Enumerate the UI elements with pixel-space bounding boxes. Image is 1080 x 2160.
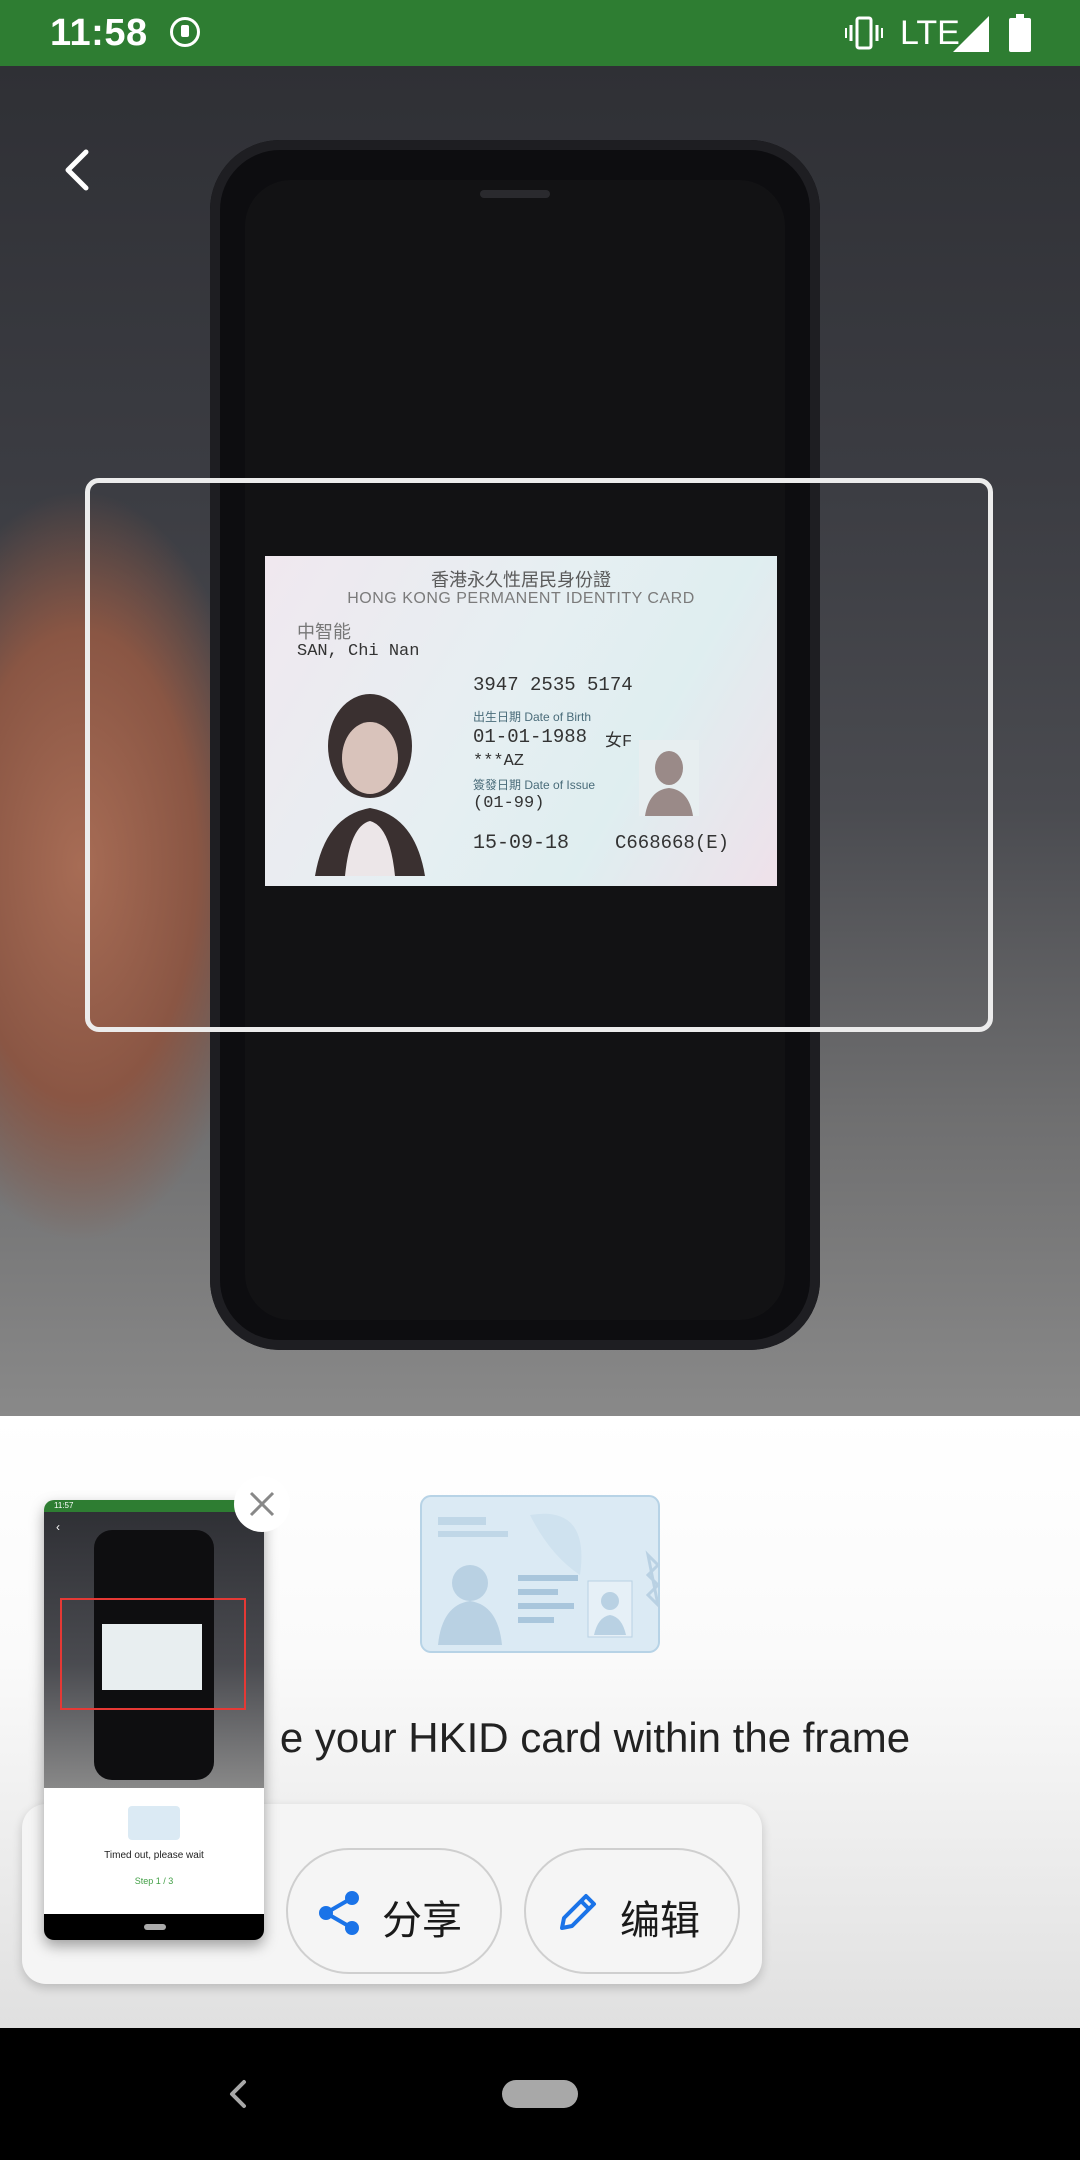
- scan-frame: [85, 478, 993, 1032]
- nav-home-pill[interactable]: [502, 2080, 578, 2108]
- share-button[interactable]: 分享: [286, 1848, 502, 1974]
- id-card-illustration-icon: [420, 1495, 660, 1653]
- edit-button[interactable]: 编辑: [524, 1848, 740, 1974]
- thumbnail-status-bar: 11:57: [44, 1500, 264, 1512]
- share-label: 分享: [382, 1898, 462, 1944]
- dismiss-screenshot-button[interactable]: [234, 1476, 290, 1532]
- network-label: LTE: [900, 14, 960, 52]
- captured-phone-speaker: [480, 190, 550, 198]
- thumbnail-back-icon: ‹: [56, 1520, 60, 1534]
- vibrate-icon: [845, 16, 883, 50]
- thumbnail-scan-frame: [60, 1598, 246, 1710]
- screenshot-thumbnail[interactable]: 11:57 ‹ Timed out, please wait Step 1 / …: [44, 1500, 264, 1940]
- instruction-text: e your HKID card within the frame: [279, 1714, 911, 1761]
- status-time: 11:58: [50, 12, 148, 54]
- pencil-icon: [560, 1894, 596, 1930]
- status-bar: 11:58 LTE: [0, 0, 1080, 66]
- thumbnail-card-icon: [128, 1806, 180, 1840]
- nav-back-icon[interactable]: [222, 2078, 254, 2110]
- thumbnail-step: Step 1 / 3: [134, 1876, 174, 1886]
- share-icon: [319, 1891, 359, 1935]
- thumbnail-message: Timed out, please wait: [104, 1850, 204, 1861]
- back-arrow-icon[interactable]: [48, 140, 108, 200]
- thumbnail-nav-bar: [44, 1914, 264, 1940]
- battery-icon: [1009, 14, 1031, 52]
- vpn-key-icon: [170, 17, 200, 47]
- signal-icon: [953, 16, 989, 52]
- close-icon: [249, 1491, 275, 1517]
- edit-label: 编辑: [620, 1898, 700, 1944]
